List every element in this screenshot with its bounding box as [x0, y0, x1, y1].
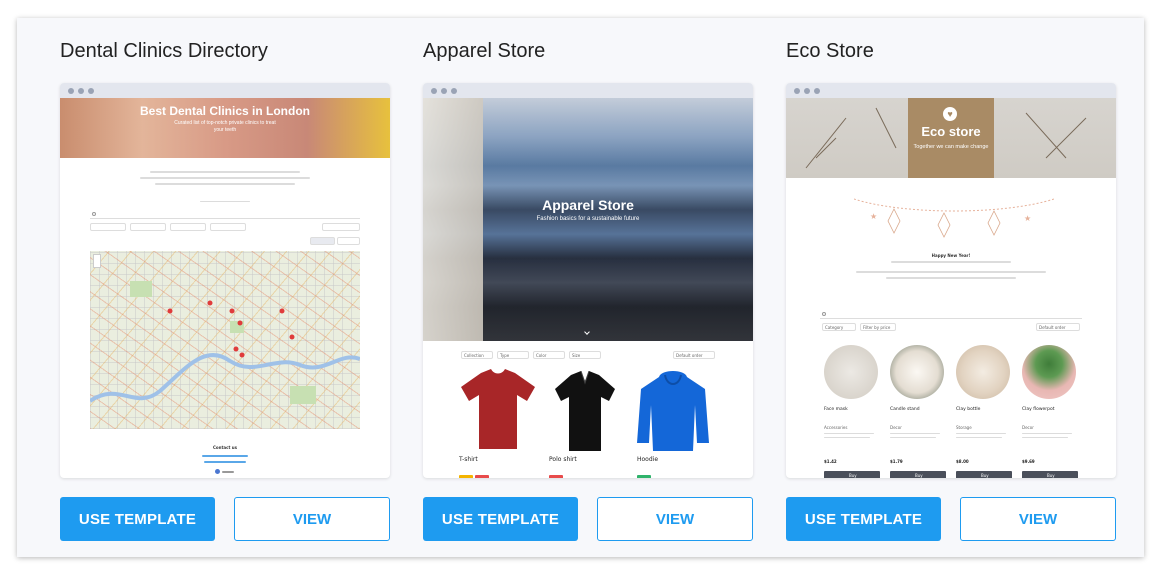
svg-text:★: ★ [870, 212, 877, 221]
templates-gallery: Dental Clinics Directory Best Dental Cli… [17, 18, 1144, 557]
window-dot-icon [78, 88, 84, 94]
window-dot-icon [441, 88, 447, 94]
product-tag [459, 475, 473, 478]
buy-button[interactable]: Buy [824, 471, 880, 478]
hero-subtitle: Together we can make change [913, 144, 989, 150]
window-dot-icon [814, 88, 820, 94]
product-name: Clay bottle [956, 407, 981, 412]
view-button[interactable]: VIEW [597, 497, 753, 541]
map-graphics [90, 281, 360, 404]
use-template-button[interactable]: USE TEMPLATE [60, 497, 215, 541]
polo-shirt-image [555, 371, 615, 451]
card-title: Dental Clinics Directory [60, 40, 268, 62]
filter-type[interactable]: Type [497, 351, 529, 359]
chevron-down-icon[interactable] [584, 329, 590, 335]
window-dot-icon [451, 88, 457, 94]
product-category: Storage [956, 425, 972, 430]
hero-subtitle: Fashion basics for a sustainable future [536, 216, 640, 222]
product-name: Candle stand [890, 407, 920, 412]
product-name: Hoodie [637, 456, 659, 463]
svg-text:★: ★ [1024, 214, 1031, 223]
hero-title: Apparel Store [542, 197, 634, 213]
product-price: $1.79 [890, 459, 903, 464]
browser-chrome [423, 83, 753, 98]
filter-size[interactable]: Size [569, 351, 601, 359]
map-view-toggle[interactable] [337, 237, 360, 245]
product-tag [475, 475, 489, 478]
filter-color[interactable]: Color [533, 351, 565, 359]
view-button[interactable]: VIEW [234, 497, 390, 541]
product-price: $8.00 [956, 459, 969, 464]
hero-title: Best Dental Clinics in London [139, 104, 310, 118]
garland-decoration: ★ ★ [854, 198, 1054, 238]
list-view-toggle[interactable] [310, 237, 335, 245]
window-dot-icon [431, 88, 437, 94]
search-bar[interactable] [820, 311, 1082, 319]
sort-dropdown[interactable]: Default order [1036, 323, 1080, 331]
social-icon[interactable] [215, 469, 220, 474]
filter-dropdown[interactable] [210, 223, 246, 231]
buy-button[interactable]: Buy [890, 471, 946, 478]
browser-chrome [786, 83, 1116, 98]
window-dot-icon [804, 88, 810, 94]
template-preview[interactable]: ♥ Eco store Together we can make change … [786, 83, 1116, 478]
product-name: T-shirt [459, 456, 478, 463]
product-price: $9.69 [1022, 459, 1035, 464]
hero-title: Eco store [921, 124, 981, 139]
search-icon [92, 212, 96, 216]
hero-subtitle: Curated list of top-notch private clinic… [174, 120, 276, 133]
contact-heading: Contact us [212, 445, 238, 450]
sort-dropdown[interactable]: Default order [673, 351, 715, 359]
template-preview[interactable]: Apparel Store Fashion basics for a susta… [423, 83, 753, 478]
card-title: Apparel Store [423, 40, 546, 62]
hero-banner: Best Dental Clinics in London Curated li… [60, 98, 390, 158]
tshirt-image [461, 369, 535, 449]
filter-category[interactable]: Category [822, 323, 856, 331]
template-preview[interactable]: Best Dental Clinics in London Curated li… [60, 83, 390, 478]
window-dot-icon [794, 88, 800, 94]
use-template-button[interactable]: USE TEMPLATE [786, 497, 941, 541]
use-template-button[interactable]: USE TEMPLATE [423, 497, 578, 541]
sort-dropdown[interactable] [322, 223, 360, 231]
product-name: Clay flowerpot [1022, 407, 1055, 412]
product-name: Face mask [824, 407, 848, 412]
browser-chrome [60, 83, 390, 98]
search-bar[interactable] [90, 211, 360, 219]
product-image [824, 345, 878, 399]
product-category: Decor [890, 425, 902, 430]
filter-price[interactable]: Filter by price [860, 323, 896, 331]
product-image [890, 345, 944, 399]
hero-banner: Apparel Store Fashion basics for a susta… [423, 98, 753, 341]
filter-dropdown[interactable] [170, 223, 206, 231]
search-icon [822, 312, 826, 316]
product-name: Polo shirt [549, 456, 577, 463]
product-tag [549, 475, 563, 478]
announcement-title: Happy New Year! [931, 253, 971, 258]
hero-banner: ♥ Eco store Together we can make change [786, 98, 1116, 178]
product-image [956, 345, 1010, 399]
window-dot-icon [88, 88, 94, 94]
product-price: $1.42 [824, 459, 837, 464]
zoom-controls[interactable] [93, 254, 101, 268]
map-view[interactable] [90, 251, 360, 429]
buy-button[interactable]: Buy [1022, 471, 1078, 478]
product-tag [637, 475, 651, 478]
filter-dropdown[interactable] [90, 223, 126, 231]
product-category: Accessories [824, 425, 848, 430]
product-image [1022, 345, 1076, 399]
heart-logo-icon: ♥ [943, 107, 957, 121]
filter-dropdown[interactable] [130, 223, 166, 231]
view-button[interactable]: VIEW [960, 497, 1116, 541]
hoodie-image [637, 371, 709, 451]
product-category: Decor [1022, 425, 1034, 430]
filter-collection[interactable]: Collection [461, 351, 493, 359]
card-title: Eco Store [786, 40, 874, 62]
window-dot-icon [68, 88, 74, 94]
buy-button[interactable]: Buy [956, 471, 1012, 478]
